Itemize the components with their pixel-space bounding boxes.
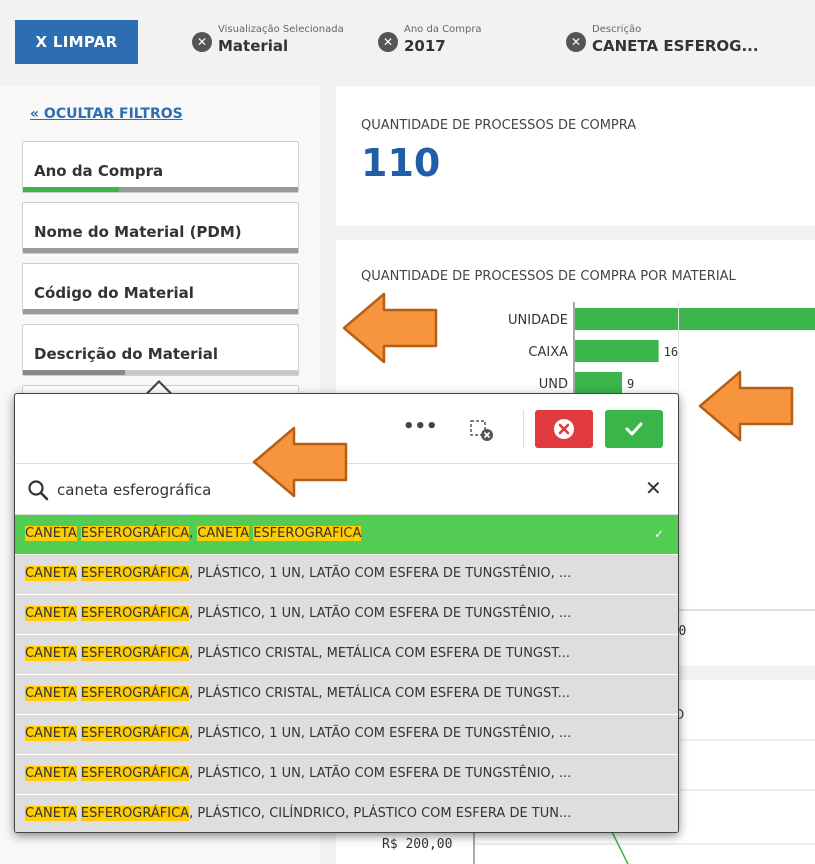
- kpi-title: QUANTIDADE DE PROCESSOS DE COMPRA: [361, 118, 637, 133]
- result-row-selected[interactable]: CANETA ESFEROGRÁFICA, CANETA ESFEROGRAFI…: [15, 515, 678, 555]
- result-text-part: , PLÁSTICO, 1 UN, LATÃO COM ESFERA DE TU…: [189, 726, 572, 741]
- search-match-highlight: ESFEROGRÁFICA: [80, 686, 190, 701]
- search-match-highlight: ESFEROGRÁFICA: [80, 566, 190, 581]
- clear-selection-icon[interactable]: [469, 418, 495, 442]
- y-tick-label: R$ 200,00: [382, 837, 453, 852]
- filter-label: Código do Material: [34, 284, 194, 302]
- filter-state-fill: [23, 187, 120, 192]
- filter-material-description[interactable]: Descrição do Material: [22, 324, 299, 376]
- result-row[interactable]: CANETA ESFEROGRÁFICA, PLÁSTICO, CILÍNDRI…: [15, 795, 678, 832]
- search-match-highlight: CANETA: [25, 526, 77, 541]
- selection-value: Material: [218, 37, 289, 55]
- double-chevron-left-icon: «: [30, 106, 40, 122]
- remove-selection-icon[interactable]: ✕: [378, 32, 398, 52]
- cancel-selection-button[interactable]: [535, 410, 593, 448]
- search-match-highlight: ESFEROGRÁFICA: [80, 526, 190, 541]
- selection-caption: Visualização Selecionada: [218, 24, 344, 35]
- result-text: CANETA ESFEROGRÁFICA, PLÁSTICO, 1 UN, LA…: [25, 766, 571, 781]
- more-options-button[interactable]: •••: [403, 416, 438, 437]
- selected-check-icon: ✓: [653, 527, 664, 541]
- selection-caption: Descrição: [592, 24, 642, 35]
- result-text: CANETA ESFEROGRÁFICA, PLÁSTICO, 1 UN, LA…: [25, 726, 571, 741]
- result-row[interactable]: CANETA ESFEROGRÁFICA, PLÁSTICO, 1 UN, LA…: [15, 715, 678, 755]
- hide-filters-label: OCULTAR FILTROS: [43, 106, 183, 122]
- result-row[interactable]: CANETA ESFEROGRÁFICA, PLÁSTICO, 1 UN, LA…: [15, 755, 678, 795]
- checkmark-icon: [625, 422, 643, 436]
- result-text: CANETA ESFEROGRÁFICA, CANETA ESFEROGRAFI…: [25, 526, 362, 541]
- result-text: CANETA ESFEROGRÁFICA, PLÁSTICO CRISTAL, …: [25, 686, 570, 701]
- result-text-part: , PLÁSTICO CRISTAL, METÁLICA COM ESFERA …: [189, 646, 571, 661]
- result-text-part: , PLÁSTICO, CILÍNDRICO, PLÁSTICO COM ESF…: [189, 806, 572, 821]
- annotation-arrow-left: [252, 426, 348, 498]
- filter-state-bar: [23, 248, 298, 253]
- result-row[interactable]: CANETA ESFEROGRÁFICA, PLÁSTICO CRISTAL, …: [15, 635, 678, 675]
- filter-material-code[interactable]: Código do Material: [22, 263, 299, 315]
- result-row[interactable]: CANETA ESFEROGRÁFICA, PLÁSTICO CRISTAL, …: [15, 675, 678, 715]
- hide-filters-link[interactable]: « OCULTAR FILTROS: [30, 106, 183, 122]
- data-label: 9: [627, 377, 634, 391]
- filter-material-name[interactable]: Nome do Material (PDM): [22, 202, 299, 254]
- filter-label: Nome do Material (PDM): [34, 223, 242, 241]
- selection-value: CANETA ESFEROG...: [592, 37, 759, 55]
- search-match-highlight: ESFEROGRÁFICA: [80, 606, 190, 621]
- bar: [575, 340, 659, 362]
- clear-selections-button[interactable]: X LIMPAR: [15, 20, 138, 64]
- filter-state-fill: [23, 370, 125, 375]
- search-match-highlight: CANETA: [25, 566, 77, 581]
- filter-year[interactable]: Ano da Compra: [22, 141, 299, 193]
- remove-selection-icon[interactable]: ✕: [192, 32, 212, 52]
- result-text: CANETA ESFEROGRÁFICA, PLÁSTICO, 1 UN, LA…: [25, 566, 571, 581]
- bar: [575, 372, 623, 394]
- filter-label: Ano da Compra: [34, 162, 164, 180]
- selection-caption: Ano da Compra: [404, 24, 482, 35]
- selections-bar: X LIMPAR ✕ Visualização Selecionada Mate…: [0, 0, 815, 84]
- search-match-highlight: ESFEROGRÁFICA: [80, 766, 190, 781]
- search-match-highlight: CANETA: [25, 766, 77, 781]
- data-label: 16: [664, 345, 678, 359]
- category-label: CAIXA: [528, 345, 568, 360]
- result-text: CANETA ESFEROGRÁFICA, PLÁSTICO CRISTAL, …: [25, 646, 570, 661]
- search-match-highlight: ESFEROGRÁFICA: [80, 646, 190, 661]
- toolbar-divider: [523, 410, 524, 448]
- kpi-card: QUANTIDADE DE PROCESSOS DE COMPRA 110: [336, 86, 815, 226]
- clear-search-icon[interactable]: ✕: [645, 476, 662, 500]
- search-match-highlight: ESFEROGRÁFICA: [80, 726, 190, 741]
- annotation-arrow-left: [342, 292, 438, 364]
- search-match-highlight: CANETA: [25, 646, 77, 661]
- search-match-highlight: CANETA: [25, 726, 77, 741]
- annotation-arrow-left: [698, 370, 794, 442]
- kpi-value: 110: [361, 141, 441, 185]
- filter-state-bar: [23, 187, 298, 192]
- result-text-part: , PLÁSTICO, 1 UN, LATÃO COM ESFERA DE TU…: [189, 566, 572, 581]
- filter-state-bar: [23, 309, 298, 314]
- result-text-part: , PLÁSTICO, 1 UN, LATÃO COM ESFERA DE TU…: [189, 766, 572, 781]
- search-match-highlight: CANETA: [25, 686, 77, 701]
- search-icon: [28, 480, 49, 501]
- cancel-icon: [554, 419, 574, 439]
- search-match-highlight: CANETA: [197, 526, 250, 541]
- remove-selection-icon[interactable]: ✕: [566, 32, 586, 52]
- bar: [575, 308, 815, 330]
- search-match-highlight: CANETA: [25, 606, 77, 621]
- results-list: CANETA ESFEROGRÁFICA, CANETA ESFEROGRAFI…: [15, 515, 678, 832]
- filter-state-bar: [23, 370, 298, 375]
- filter-label: Descrição do Material: [34, 345, 218, 363]
- search-match-highlight: ESFEROGRÁFICA: [80, 806, 190, 821]
- category-label: UND: [539, 377, 568, 392]
- category-label: UNIDADE: [508, 313, 568, 328]
- search-match-highlight: CANETA: [25, 806, 77, 821]
- result-row[interactable]: CANETA ESFEROGRÁFICA, PLÁSTICO, 1 UN, LA…: [15, 595, 678, 635]
- result-row[interactable]: CANETA ESFEROGRÁFICA, PLÁSTICO, 1 UN, LA…: [15, 555, 678, 595]
- confirm-selection-button[interactable]: [605, 410, 663, 448]
- result-text-part: , PLÁSTICO CRISTAL, METÁLICA COM ESFERA …: [189, 686, 571, 701]
- result-text-part: , PLÁSTICO, 1 UN, LATÃO COM ESFERA DE TU…: [189, 606, 572, 621]
- search-match-highlight: ESFEROGRAFICA: [253, 526, 362, 541]
- selection-value: 2017: [404, 37, 446, 55]
- result-text: CANETA ESFEROGRÁFICA, PLÁSTICO, CILÍNDRI…: [25, 806, 571, 821]
- result-text: CANETA ESFEROGRÁFICA, PLÁSTICO, 1 UN, LA…: [25, 606, 571, 621]
